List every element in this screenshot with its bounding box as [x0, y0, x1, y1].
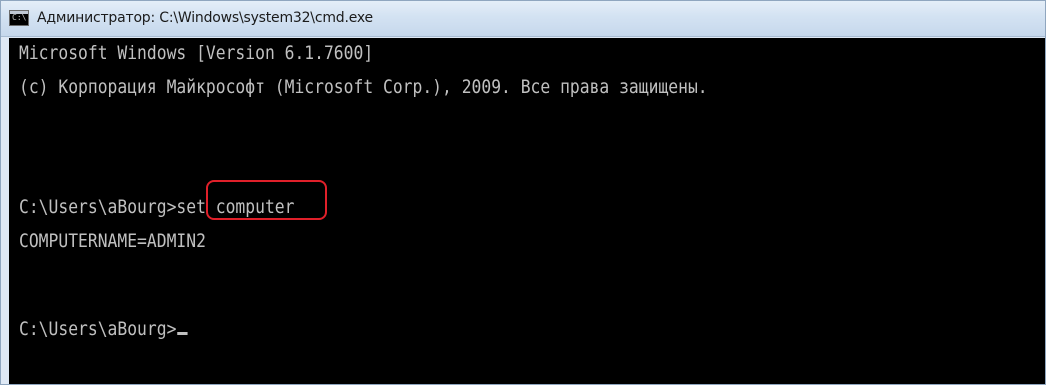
highlight-annotation — [206, 180, 327, 220]
console-line-prompt: C:\Users\aBourg> — [19, 318, 188, 340]
prompt-text: C:\Users\aBourg> — [19, 318, 177, 340]
console-area[interactable]: Microsoft Windows [Version 6.1.7600] (c)… — [9, 38, 1045, 384]
console-line-version: Microsoft Windows [Version 6.1.7600] — [19, 42, 374, 64]
window-title: Администратор: C:\Windows\system32\cmd.e… — [37, 10, 373, 26]
console-line-copyright: (c) Корпорация Майкрософт (Microsoft Cor… — [19, 76, 708, 98]
cmd-window: C:\ Администратор: C:\Windows\system32\c… — [0, 0, 1046, 385]
text-cursor — [177, 332, 188, 335]
console-line-output: COMPUTERNAME=ADMIN2 — [19, 230, 206, 252]
cmd-icon[interactable]: C:\ — [9, 10, 29, 26]
title-bar[interactable]: C:\ Администратор: C:\Windows\system32\c… — [1, 1, 1045, 37]
